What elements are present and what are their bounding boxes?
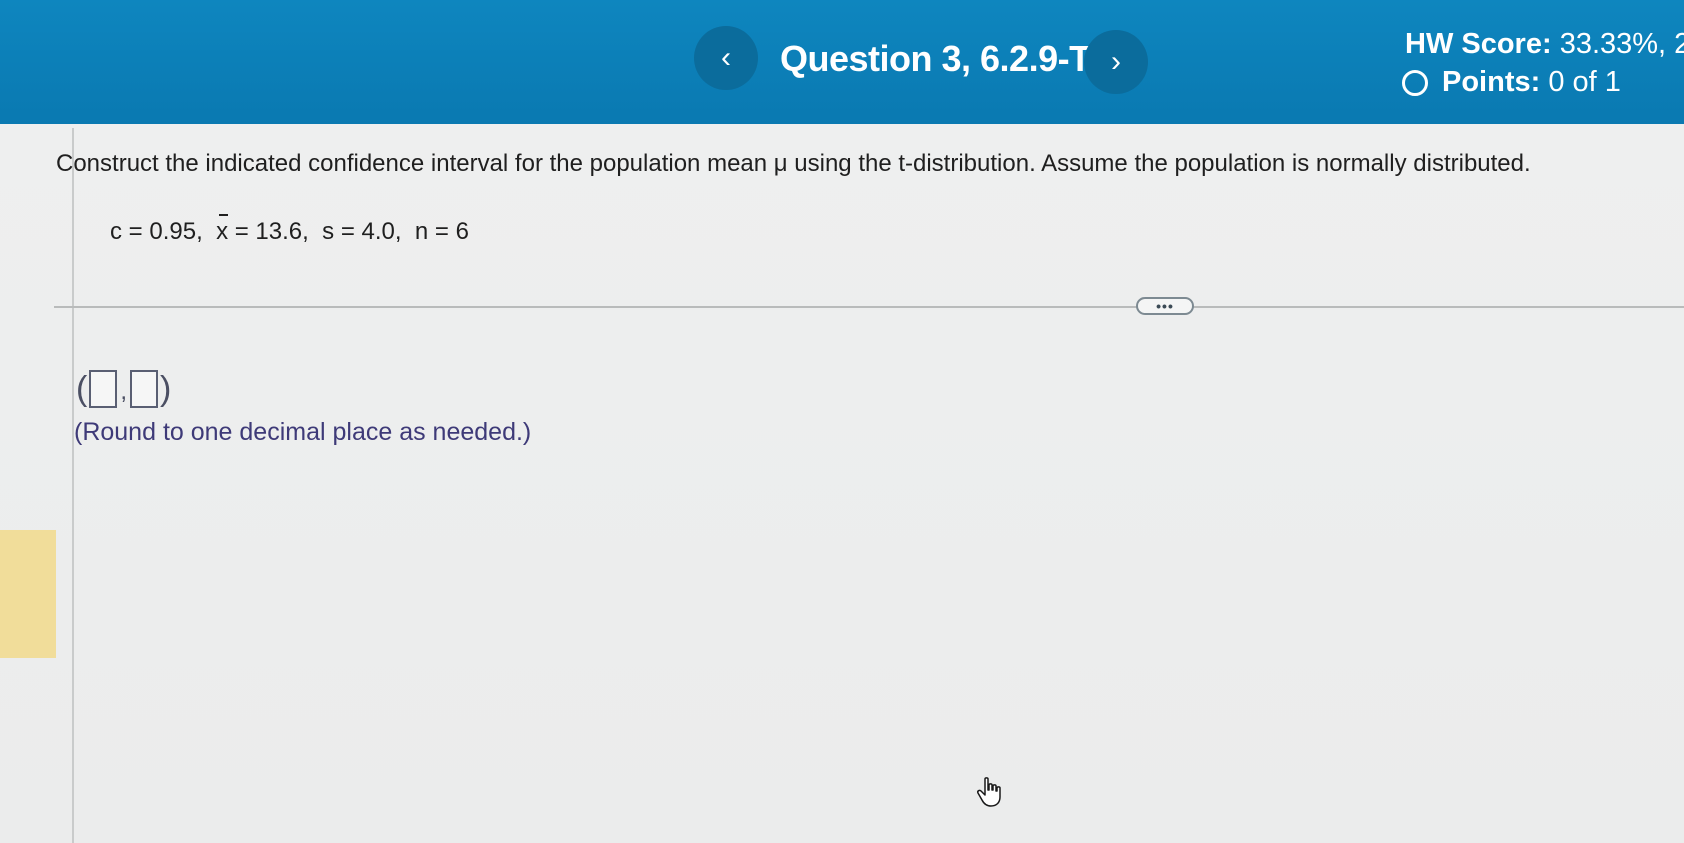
- close-paren: ): [160, 370, 172, 408]
- hand-pointer-icon: [977, 777, 1001, 807]
- chevron-left-icon: ‹: [721, 41, 731, 74]
- question-title: Question 3, 6.2.9-T: [780, 38, 1091, 79]
- chevron-right-icon: ›: [1111, 45, 1121, 78]
- interval-separator: ,: [120, 378, 127, 405]
- section-divider: [54, 306, 1684, 308]
- points-label: Points:: [1442, 66, 1541, 98]
- points-value: 0 of 1: [1548, 66, 1621, 98]
- question-prompt: Construct the indicated confidence inter…: [56, 150, 1531, 177]
- given-xbar: = 13.6,: [228, 218, 309, 245]
- left-border-line: [72, 128, 74, 843]
- empty-circle-icon: [1402, 69, 1428, 96]
- previous-question-button[interactable]: ‹: [694, 26, 758, 90]
- interval-answer: ( , ): [76, 370, 171, 408]
- hw-score: HW Score: 33.33%, 2 c: [1405, 28, 1684, 61]
- sample-mean-symbol: x: [216, 214, 229, 245]
- lower-bound-input[interactable]: [89, 370, 118, 408]
- rounding-instruction: (Round to one decimal place as needed.): [74, 418, 532, 446]
- upper-bound-input[interactable]: [130, 370, 158, 408]
- hw-score-label: HW Score:: [1405, 28, 1552, 60]
- top-header-bar: ‹ Question 3, 6.2.9-T › HW Score: 33.33%…: [0, 0, 1684, 124]
- hw-score-value: 33.33%, 2 c: [1559, 28, 1684, 60]
- next-question-button[interactable]: ›: [1084, 30, 1148, 94]
- given-values: c = 0.95, x = 13.6, s = 4.0, n = 6: [110, 214, 469, 246]
- expand-more-button[interactable]: •••: [1136, 297, 1194, 315]
- points-status: Points: 0 of 1: [1402, 66, 1621, 99]
- given-c: c = 0.95,: [110, 218, 203, 245]
- open-paren: (: [76, 370, 88, 408]
- given-s: s = 4.0,: [322, 218, 402, 245]
- given-n: n = 6: [414, 218, 469, 245]
- side-tab: [0, 530, 56, 658]
